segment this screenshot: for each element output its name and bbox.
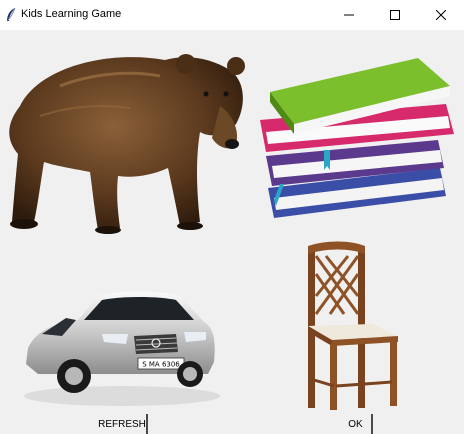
ok-button[interactable]: OK — [340, 414, 373, 434]
license-plate: S MA 6306 — [142, 361, 180, 369]
minimize-button[interactable] — [326, 0, 372, 30]
minimize-icon — [344, 14, 354, 16]
car-image[interactable]: S MA 6306 — [18, 278, 220, 410]
maximize-icon — [390, 10, 400, 20]
title-bar: Kids Learning Game — [0, 0, 464, 30]
bear-image[interactable] — [0, 36, 248, 236]
feather-icon — [4, 7, 18, 23]
window-title: Kids Learning Game — [21, 8, 122, 20]
close-icon — [436, 10, 446, 20]
maximize-button[interactable] — [372, 0, 418, 30]
close-button[interactable] — [418, 0, 464, 30]
chair-image[interactable] — [302, 240, 400, 412]
refresh-button[interactable]: REFRESH — [98, 414, 148, 434]
books-image[interactable] — [250, 48, 462, 228]
